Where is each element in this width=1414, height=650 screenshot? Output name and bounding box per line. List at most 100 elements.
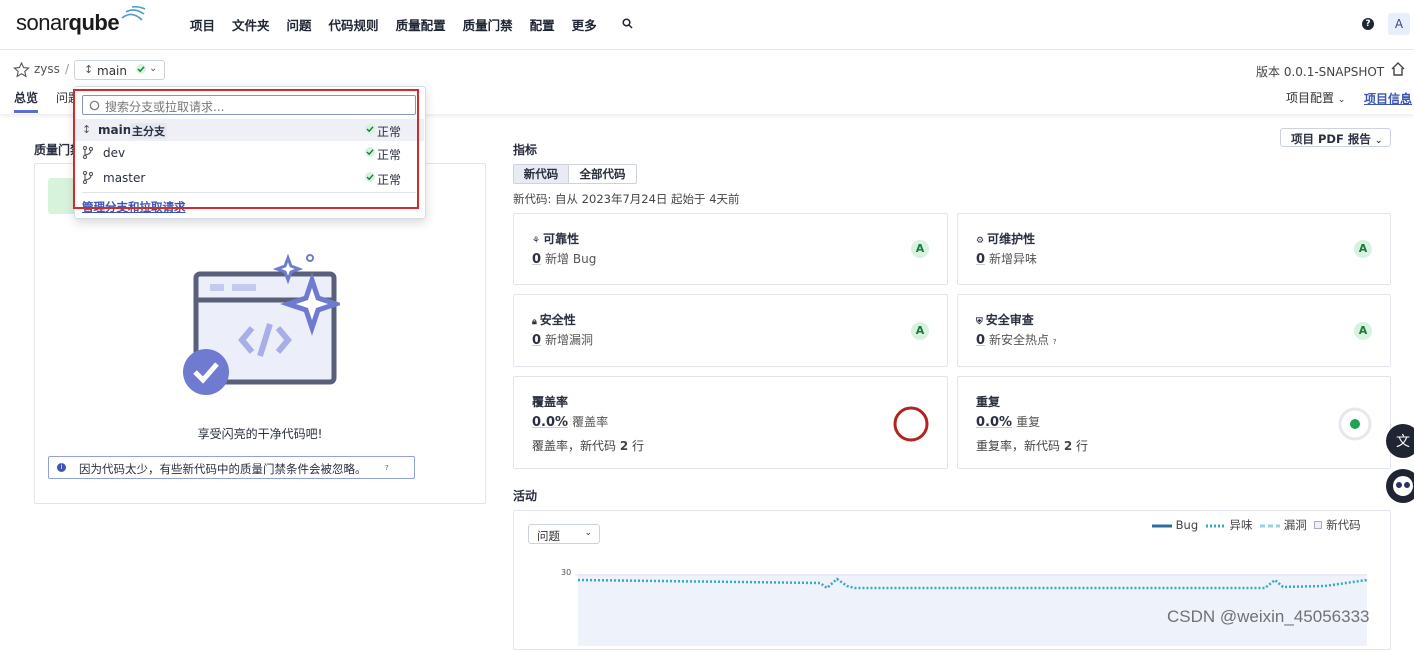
active-tab-indicator	[14, 110, 38, 113]
branch-selector[interactable]: ↕ main ⌄	[74, 60, 165, 80]
security-review-card[interactable]: ⛨ 安全审查 0 新安全热点 ? A	[957, 294, 1391, 367]
chevron-down-icon: ⌄	[1374, 136, 1383, 146]
duplication-title: 重复	[976, 395, 1001, 409]
assistant-face-icon	[1393, 476, 1413, 496]
activity-title: 活动	[513, 489, 538, 503]
maintainability-grade[interactable]: A	[1354, 240, 1372, 258]
status-ok-icon	[136, 64, 146, 74]
project-config-menu[interactable]: 项目配置 ⌄	[1286, 89, 1345, 106]
user-avatar[interactable]: A	[1388, 13, 1410, 35]
logo-text-bold: qube	[68, 10, 120, 35]
security-review-title: 安全审查	[985, 313, 1034, 327]
duplication-card[interactable]: 重复 0.0% 重复 重复率，新代码 2 行	[957, 376, 1391, 469]
clean-code-message: 享受闪亮的干净代码吧!	[197, 427, 323, 441]
tab-overview[interactable]: 总览	[14, 89, 38, 106]
maintainability-card[interactable]: ⚙ 可维护性 0 新增异味 A	[957, 213, 1391, 285]
legend-vuln-swatch	[1260, 524, 1281, 528]
security-grade[interactable]: A	[911, 322, 929, 340]
duplication-value[interactable]: 0.0%	[976, 415, 1012, 430]
reliability-title: 可靠性	[543, 232, 580, 246]
favorite-star-icon[interactable]	[13, 62, 30, 78]
legend-vulnerability: 漏洞	[1283, 518, 1307, 532]
coverage-title: 覆盖率	[532, 395, 569, 409]
translate-icon: 文	[1396, 434, 1410, 450]
coverage-value[interactable]: 0.0%	[532, 415, 568, 430]
home-icon[interactable]	[1390, 61, 1406, 77]
project-config-label: 项目配置	[1286, 91, 1335, 105]
coverage-sub-suffix: 行	[632, 439, 645, 453]
activity-chart	[575, 574, 1368, 646]
logo-text-light: sonar	[16, 10, 69, 35]
quality-gate-info-box: i 因为代码太少，有些新代码中的质量门禁条件会被忽略。 ?	[48, 456, 415, 479]
coverage-sub-prefix: 覆盖率，新代码	[532, 439, 617, 453]
nav-administration[interactable]: 配置	[530, 15, 555, 34]
chevron-down-icon: ⌄	[584, 528, 592, 538]
security-review-label: 新安全热点	[989, 333, 1050, 347]
tab-new-code[interactable]: 新代码	[514, 165, 568, 183]
duplication-label: 重复	[1016, 415, 1041, 429]
project-name[interactable]: zyss	[34, 62, 60, 76]
security-title: 安全性	[539, 313, 576, 327]
maintainability-icon: ⚙	[976, 236, 985, 246]
reliability-value[interactable]: 0	[532, 252, 541, 267]
tab-all-code[interactable]: 全部代码	[568, 165, 636, 183]
maintainability-label: 新增异味	[989, 252, 1038, 266]
breadcrumb-separator: /	[65, 62, 70, 76]
legend-new-code-swatch	[1314, 521, 1323, 529]
sonarqube-logo[interactable]: sonarqube	[16, 6, 146, 36]
pdf-report-button[interactable]: 项目 PDF 报告 ⌄	[1280, 128, 1391, 147]
legend-smell-swatch	[1205, 524, 1226, 528]
metrics-title: 指标	[513, 143, 538, 157]
nav-projects[interactable]: 项目	[190, 15, 215, 34]
coverage-card[interactable]: 覆盖率 0.0% 覆盖率 覆盖率，新代码 2 行	[513, 376, 948, 469]
legend-bug-swatch	[1152, 524, 1172, 528]
maintainability-value[interactable]: 0	[976, 252, 985, 267]
quality-gate-status-badge	[48, 178, 76, 214]
security-value[interactable]: 0	[532, 333, 541, 348]
project-version: 版本 0.0.1-SNAPSHOT	[1256, 65, 1385, 79]
duplication-sub-suffix: 行	[1076, 439, 1089, 453]
nav-more[interactable]: 更多	[572, 15, 597, 34]
security-review-grade[interactable]: A	[1354, 322, 1372, 340]
lock-icon: 🔒︎	[532, 317, 537, 327]
nav-quality-profiles[interactable]: 质量配置	[396, 15, 446, 34]
coverage-donut-chart	[893, 406, 929, 442]
legend-bug: Bug	[1175, 518, 1199, 532]
activity-graph-select[interactable]: 问题 ⌄	[528, 524, 600, 544]
duplication-indicator-icon	[1338, 407, 1372, 441]
duplication-lines-count[interactable]: 2	[1064, 439, 1072, 453]
security-review-value[interactable]: 0	[976, 333, 985, 348]
branch-selector-label: main	[97, 64, 127, 78]
search-icon[interactable]	[622, 18, 633, 29]
reliability-grade[interactable]: A	[911, 240, 929, 258]
nav-folders[interactable]: 文件夹	[232, 15, 270, 34]
help-icon[interactable]: ?	[1362, 18, 1374, 30]
coverage-label: 覆盖率	[572, 415, 609, 429]
security-label: 新增漏洞	[545, 333, 594, 347]
assistant-button[interactable]	[1386, 469, 1414, 503]
nav-issues[interactable]: 问题	[287, 15, 312, 34]
coverage-lines-count[interactable]: 2	[620, 439, 628, 453]
translate-button[interactable]: 文	[1386, 424, 1414, 458]
watermark: CSDN @weixin_45056333	[1167, 607, 1370, 626]
nav-quality-gates[interactable]: 质量门禁	[463, 15, 513, 34]
reliability-label: 新增 Bug	[545, 252, 597, 266]
security-card[interactable]: 🔒︎ 安全性 0 新增漏洞 A	[513, 294, 948, 367]
help-tooltip-icon[interactable]: ?	[1053, 338, 1057, 346]
svg-text:文: 文	[1396, 434, 1410, 450]
project-info-link[interactable]: 项目信息	[1364, 90, 1412, 107]
shield-icon: ⛨	[976, 317, 983, 327]
maintainability-title: 可维护性	[987, 232, 1036, 246]
activity-select-value: 问题	[537, 529, 560, 543]
chevron-down-icon: ⌄	[1337, 95, 1346, 105]
legend-smell: 异味	[1229, 518, 1253, 532]
info-icon: i	[57, 463, 66, 472]
info-message: 因为代码太少，有些新代码中的质量门禁条件会被忽略。	[79, 462, 367, 476]
reliability-card[interactable]: ⚘ 可靠性 0 新增 Bug A	[513, 213, 948, 285]
activity-legend: Bug 异味 漏洞 新代码	[1152, 517, 1365, 533]
nav-rules[interactable]: 代码规则	[329, 15, 379, 34]
help-tooltip-icon[interactable]: ?	[385, 464, 389, 472]
annotation-highlight-box	[73, 89, 419, 209]
code-scope-toggle: 新代码 全部代码	[513, 164, 637, 184]
logo-waves-icon	[121, 6, 146, 21]
